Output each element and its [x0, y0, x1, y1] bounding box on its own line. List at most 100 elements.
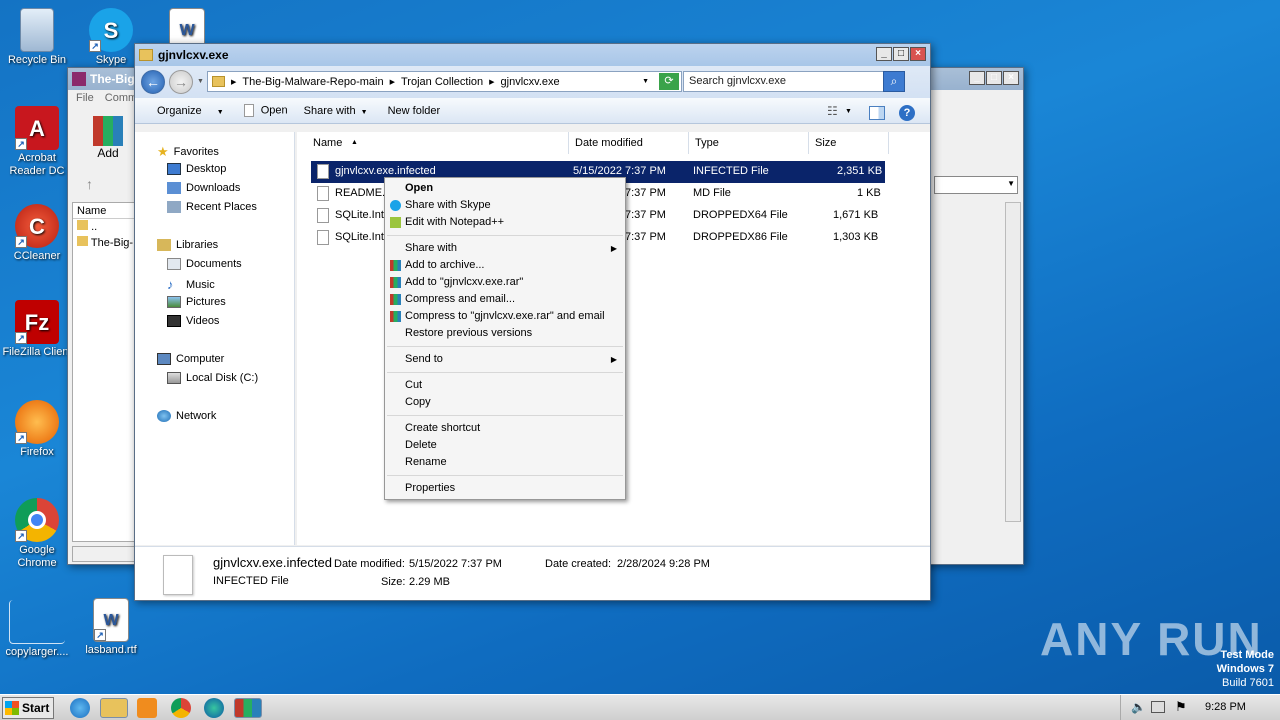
- minimize-button[interactable]: _: [876, 47, 892, 61]
- chevron-right-icon[interactable]: ▶: [390, 78, 395, 86]
- menu-item-properties[interactable]: Properties: [405, 482, 455, 494]
- libraries-icon: [157, 239, 171, 251]
- nav-music[interactable]: ♪ Music: [167, 277, 215, 292]
- menu-item-compress-email[interactable]: Compress and email...: [405, 293, 515, 305]
- start-button[interactable]: Start: [2, 697, 54, 719]
- view-options-icon[interactable]: ☷: [819, 104, 846, 118]
- nav-recent-places[interactable]: Recent Places: [167, 201, 257, 213]
- list-item[interactable]: ..: [73, 219, 135, 235]
- desktop-icon-firefox[interactable]: ↗ Firefox: [0, 400, 74, 459]
- close-button[interactable]: ×: [910, 47, 926, 61]
- desktop-icon-recycle-bin[interactable]: Recycle Bin: [0, 8, 74, 67]
- desktop-icon-copylarger[interactable]: copylarger....: [0, 600, 74, 659]
- chevron-down-icon[interactable]: ▼: [845, 108, 852, 115]
- skype-icon: S ↗: [89, 8, 133, 52]
- new-folder-button[interactable]: New folder: [380, 105, 449, 117]
- close-button[interactable]: ×: [1003, 71, 1019, 85]
- winrar-taskbar-icon[interactable]: [234, 698, 262, 718]
- menu-item-open[interactable]: Open: [405, 182, 433, 194]
- chrome-taskbar-icon[interactable]: [171, 698, 191, 718]
- menu-item-delete[interactable]: Delete: [405, 439, 437, 451]
- column-header-size[interactable]: Size: [809, 132, 889, 154]
- up-arrow-icon[interactable]: ↑: [86, 176, 93, 192]
- winrar-path-dropdown[interactable]: ▼: [934, 176, 1018, 194]
- details-date-modified-label: Date modified:: [334, 558, 405, 570]
- history-dropdown-icon[interactable]: ▼: [197, 78, 204, 85]
- desktop-icon-acrobat[interactable]: A ↗ Acrobat Reader DC: [0, 106, 74, 178]
- search-icon[interactable]: ⌕: [883, 71, 905, 92]
- menu-commands[interactable]: Comm: [105, 92, 137, 104]
- share-with-button[interactable]: Share with ▼: [296, 105, 376, 117]
- network-tray-icon[interactable]: [1151, 701, 1165, 713]
- menu-item-restore-versions[interactable]: Restore previous versions: [405, 327, 532, 339]
- column-name[interactable]: Name: [73, 203, 135, 219]
- menu-item-copy[interactable]: Copy: [405, 396, 431, 408]
- breadcrumb-item[interactable]: Trojan Collection: [401, 76, 483, 88]
- explorer-titlebar[interactable]: gjnvlcxv.exe _ □ ×: [135, 44, 930, 66]
- taskbar: Start 🔈 ⚑ 9:28 PM: [0, 694, 1280, 720]
- preview-pane-icon[interactable]: [869, 106, 885, 120]
- menu-item-edit-notepad[interactable]: Edit with Notepad++: [405, 216, 504, 228]
- nav-desktop[interactable]: Desktop: [167, 163, 226, 175]
- internet-explorer-icon[interactable]: [70, 698, 90, 718]
- back-button[interactable]: ←: [141, 70, 165, 94]
- breadcrumb-item[interactable]: gjnvlcxv.exe: [501, 76, 560, 88]
- menu-item-add-archive[interactable]: Add to archive...: [405, 259, 485, 271]
- chevron-right-icon[interactable]: ▶: [489, 78, 494, 86]
- forward-button[interactable]: →: [169, 70, 193, 94]
- desktop-icon-filezilla[interactable]: Fz ↗ FileZilla Client: [0, 300, 74, 359]
- nav-computer[interactable]: Computer: [157, 353, 224, 365]
- winrar-add-button[interactable]: Add: [90, 116, 126, 160]
- nav-videos[interactable]: Videos: [167, 315, 219, 327]
- menu-item-compress-rar-email[interactable]: Compress to "gjnvlcxv.exe.rar" and email: [405, 310, 605, 322]
- nav-favorites[interactable]: ★ Favorites: [157, 144, 219, 160]
- menu-file[interactable]: File: [76, 92, 94, 104]
- minimize-button[interactable]: _: [969, 71, 985, 85]
- address-field[interactable]: ▶ The-Big-Malware-Repo-main ▶ Trojan Col…: [207, 71, 682, 92]
- organize-button[interactable]: Organize ▼: [135, 105, 232, 117]
- nav-pictures[interactable]: Pictures: [167, 296, 226, 308]
- details-filename: gjnvlcxv.exe.infected: [213, 555, 332, 570]
- clock[interactable]: 9:28 PM: [1205, 701, 1246, 713]
- menu-item-rename[interactable]: Rename: [405, 456, 447, 468]
- nav-local-disk[interactable]: Local Disk (C:): [167, 372, 258, 384]
- menu-item-add-rar[interactable]: Add to "gjnvlcxv.exe.rar": [405, 276, 523, 288]
- desktop-icon-label: CCleaner: [13, 250, 61, 262]
- maximize-button[interactable]: □: [893, 47, 909, 61]
- nav-documents[interactable]: Documents: [167, 258, 242, 270]
- nav-downloads[interactable]: Downloads: [167, 182, 240, 194]
- menu-item-cut[interactable]: Cut: [405, 379, 422, 391]
- column-header-name[interactable]: Name ▲: [307, 132, 569, 154]
- submenu-arrow-icon: ▶: [610, 355, 617, 364]
- list-item[interactable]: The-Big-: [73, 235, 135, 251]
- menu-item-share-with[interactable]: Share with: [405, 242, 457, 254]
- winrar-app-icon: [72, 72, 86, 86]
- maximize-button[interactable]: □: [986, 71, 1002, 85]
- chevron-down-icon[interactable]: ▼: [642, 78, 649, 85]
- search-input[interactable]: Search gjnvlcxv.exe ⌕: [683, 71, 905, 92]
- desktop-icon-ccleaner[interactable]: C ↗ CCleaner: [0, 204, 74, 263]
- acrobat-icon: A ↗: [15, 106, 59, 150]
- chevron-right-icon[interactable]: ▶: [231, 78, 236, 86]
- winrar-icon: [390, 311, 401, 322]
- refresh-icon[interactable]: ⟳: [659, 73, 679, 90]
- winrar-right-scrollbar[interactable]: [1005, 202, 1021, 522]
- explorer-taskbar-icon[interactable]: [100, 698, 128, 718]
- menu-item-send-to[interactable]: Send to: [405, 353, 443, 365]
- desktop-icon-label: Google Chrome: [17, 544, 57, 569]
- nav-libraries[interactable]: Libraries: [157, 239, 218, 251]
- desktop-icon-lasband[interactable]: W ↗ lasband.rtf: [74, 598, 148, 657]
- volume-icon[interactable]: 🔈: [1131, 700, 1146, 714]
- menu-item-create-shortcut[interactable]: Create shortcut: [405, 422, 480, 434]
- flag-icon[interactable]: ⚑: [1175, 699, 1187, 715]
- breadcrumb-item[interactable]: The-Big-Malware-Repo-main: [242, 76, 383, 88]
- edge-icon[interactable]: [204, 698, 224, 718]
- column-header-date[interactable]: Date modified: [569, 132, 689, 154]
- help-icon[interactable]: ?: [899, 105, 915, 121]
- nav-network[interactable]: Network: [157, 410, 216, 422]
- menu-item-share-skype[interactable]: Share with Skype: [405, 199, 491, 211]
- desktop-icon-chrome[interactable]: ↗ Google Chrome: [0, 498, 74, 570]
- column-header-type[interactable]: Type: [689, 132, 809, 154]
- media-player-icon[interactable]: [137, 698, 157, 718]
- open-button[interactable]: Open: [236, 104, 296, 117]
